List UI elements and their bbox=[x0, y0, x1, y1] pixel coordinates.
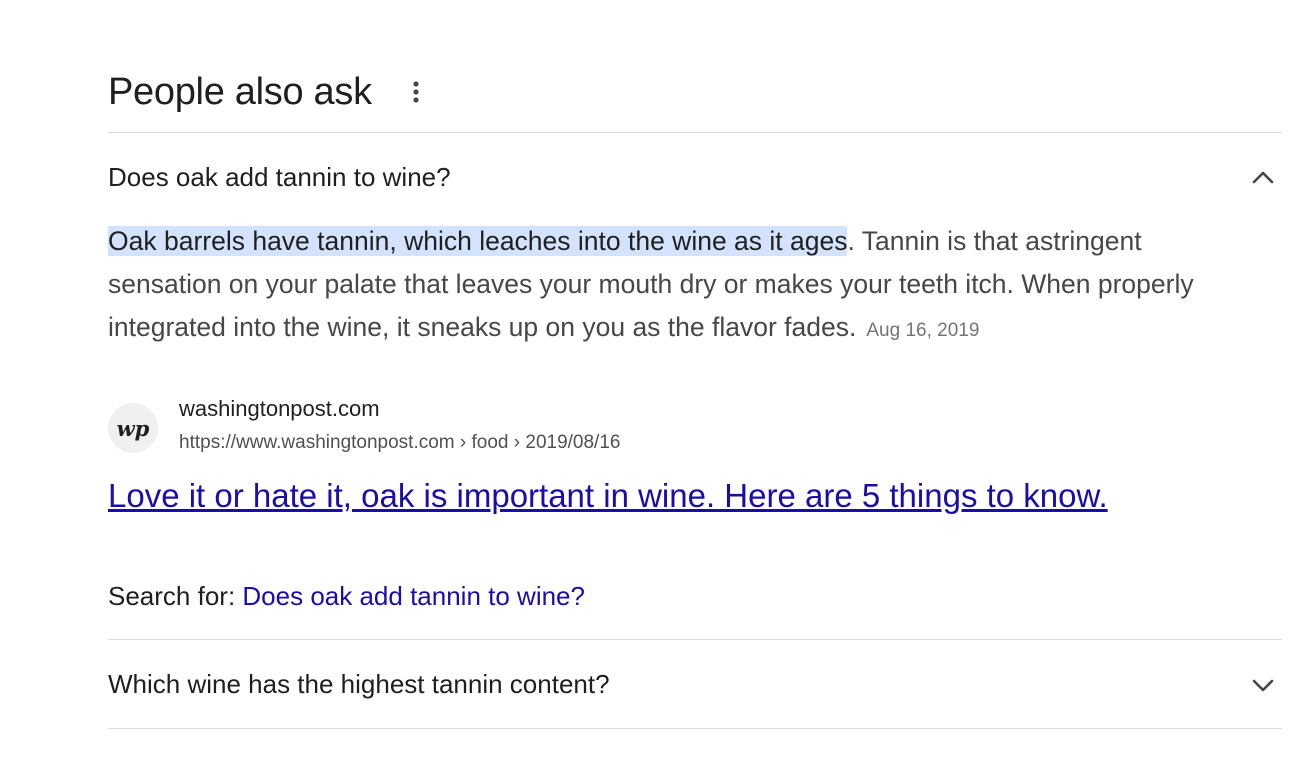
search-for-label: Search for: bbox=[108, 581, 243, 611]
site-favicon: wp bbox=[108, 403, 158, 453]
chevron-up-icon[interactable] bbox=[1250, 165, 1276, 191]
source-attribution[interactable]: wp washingtonpost.com https://www.washin… bbox=[108, 395, 1282, 459]
question-row-collapsed[interactable]: Which wine has the highest tannin conten… bbox=[108, 640, 1282, 729]
question-row-expanded[interactable]: Does oak add tannin to wine? bbox=[108, 133, 1282, 221]
paa-title: People also ask bbox=[108, 71, 372, 113]
more-options-icon[interactable] bbox=[404, 78, 428, 106]
favicon-text: wp bbox=[116, 415, 150, 441]
answer-snippet: Oak barrels have tannin, which leaches i… bbox=[108, 220, 1248, 352]
answer-date: Aug 16, 2019 bbox=[866, 320, 980, 341]
paa-header: People also ask bbox=[108, 0, 1282, 133]
result-title-link[interactable]: Love it or hate it, oak is important in … bbox=[108, 473, 1118, 519]
question-text: Which wine has the highest tannin conten… bbox=[108, 669, 610, 699]
search-for-query-link[interactable]: Does oak add tannin to wine? bbox=[242, 581, 585, 611]
chevron-down-icon[interactable] bbox=[1250, 672, 1276, 698]
site-name[interactable]: washingtonpost.com bbox=[179, 395, 380, 423]
people-also-ask-panel: People also ask Does oak add tannin to w… bbox=[108, 0, 1282, 729]
answer-highlight: Oak barrels have tannin, which leaches i… bbox=[108, 226, 848, 256]
site-url[interactable]: https://www.washingtonpost.com › food › … bbox=[179, 431, 620, 455]
question-text: Does oak add tannin to wine? bbox=[108, 162, 451, 192]
search-for-row: Search for: Does oak add tannin to wine? bbox=[108, 579, 1282, 640]
